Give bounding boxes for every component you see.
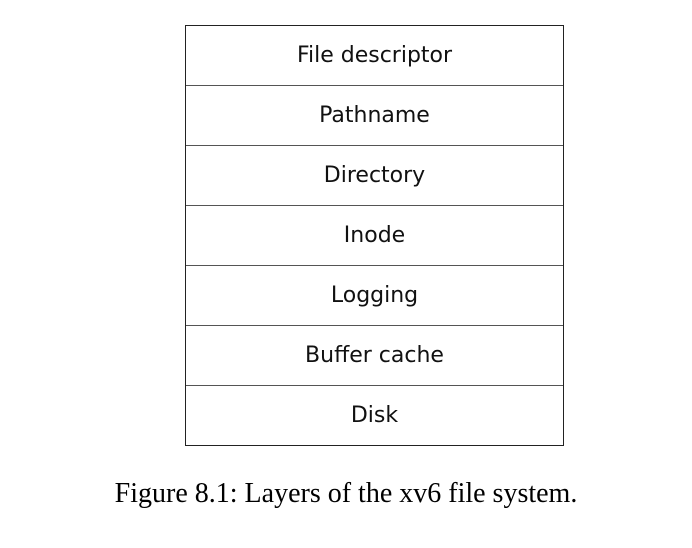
layer-diagram: File descriptor Pathname Directory Inode… xyxy=(0,0,692,548)
layer-buffer-cache: Buffer cache xyxy=(186,326,563,386)
layer-file-descriptor: File descriptor xyxy=(186,26,563,86)
layer-logging: Logging xyxy=(186,266,563,326)
layer-stack: File descriptor Pathname Directory Inode… xyxy=(185,25,564,446)
layer-inode: Inode xyxy=(186,206,563,266)
layer-directory: Directory xyxy=(186,146,563,206)
layer-disk: Disk xyxy=(186,386,563,446)
layer-pathname: Pathname xyxy=(186,86,563,146)
figure-caption: Figure 8.1: Layers of the xv6 file syste… xyxy=(114,478,578,509)
